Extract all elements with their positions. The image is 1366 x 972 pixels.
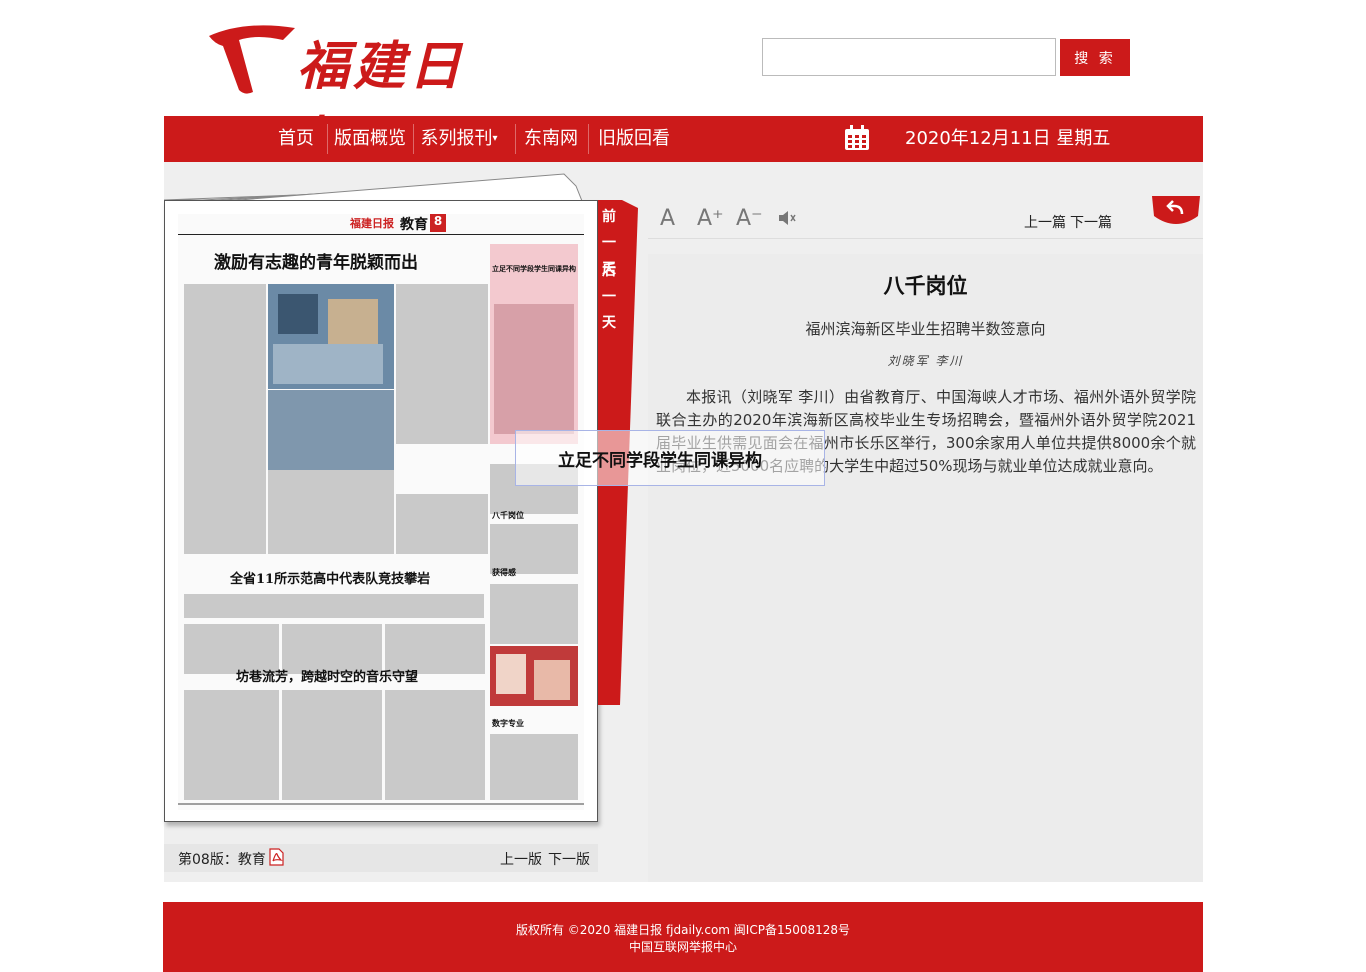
- report-center-link[interactable]: 中国互联网举报中心: [163, 938, 1203, 955]
- newspaper-page-image[interactable]: 福建日报 教育 8 激励有志趣的青年脱颖而出 全省11所示范高中代表队竞技攀岩 …: [178, 214, 584, 810]
- search-button[interactable]: 搜 索: [1060, 39, 1130, 76]
- article-panel: [648, 254, 1203, 882]
- np-headline: 数字专业: [492, 718, 524, 728]
- np-headline: 坊巷流芳，跨越时空的音乐守望: [236, 670, 419, 685]
- search-input[interactable]: [762, 38, 1056, 76]
- newspaper-page-frame: 福建日报 教育 8 激励有志趣的青年脱颖而出 全省11所示范高中代表队竞技攀岩 …: [164, 200, 598, 822]
- page-label: 第08版：教育: [178, 852, 266, 868]
- nav-dongnan[interactable]: 东南网: [516, 116, 586, 162]
- article-title: 八千岗位: [883, 274, 968, 298]
- prev-page-link[interactable]: 上一版: [500, 849, 542, 869]
- nav-old-version[interactable]: 旧版回看: [589, 116, 679, 162]
- back-icon[interactable]: [1152, 196, 1200, 230]
- np-headline: 立足不同学段学生同课异构: [492, 264, 576, 273]
- pdf-icon[interactable]: [268, 848, 285, 866]
- prev-article-link[interactable]: 上一篇: [1024, 212, 1066, 232]
- np-headline: 获得感: [492, 567, 516, 577]
- caret-down-icon: ▾: [492, 133, 498, 144]
- hover-tooltip-text: 立足不同学段学生同课异构: [558, 451, 762, 471]
- toolbar-divider: [648, 238, 1203, 239]
- calendar-icon: [845, 125, 869, 150]
- next-article-link[interactable]: 下一篇: [1070, 212, 1112, 232]
- current-date: 2020年12月11日 星期五: [905, 128, 1111, 149]
- logo-swoosh-icon: [209, 25, 295, 94]
- np-headline: 八千岗位: [492, 510, 524, 520]
- site-logo[interactable]: 福建日報: [205, 18, 470, 172]
- font-size-increase-button[interactable]: A⁺: [697, 206, 724, 231]
- nav-series-label: 系列报刊: [420, 128, 493, 149]
- copyright-text: 版权所有 ©2020 福建日报 fjdaily.com 闽ICP备1500812…: [515, 923, 851, 937]
- speaker-icon[interactable]: [777, 208, 797, 228]
- nav-home[interactable]: 首页: [266, 116, 326, 162]
- article-subtitle: 福州滨海新区毕业生招聘半数签意向: [805, 320, 1046, 338]
- next-day-link[interactable]: 后一天: [600, 258, 618, 336]
- article-author: 刘晓军 李川: [887, 354, 964, 368]
- np-headline: 全省11所示范高中代表队竞技攀岩: [230, 572, 431, 587]
- font-size-default-button[interactable]: A: [660, 206, 675, 231]
- nav-series-dropdown[interactable]: 系列报刊▾: [414, 116, 504, 162]
- font-size-decrease-button[interactable]: A⁻: [736, 206, 763, 231]
- next-page-link[interactable]: 下一版: [548, 849, 590, 869]
- nav-page-overview[interactable]: 版面概览: [328, 116, 412, 162]
